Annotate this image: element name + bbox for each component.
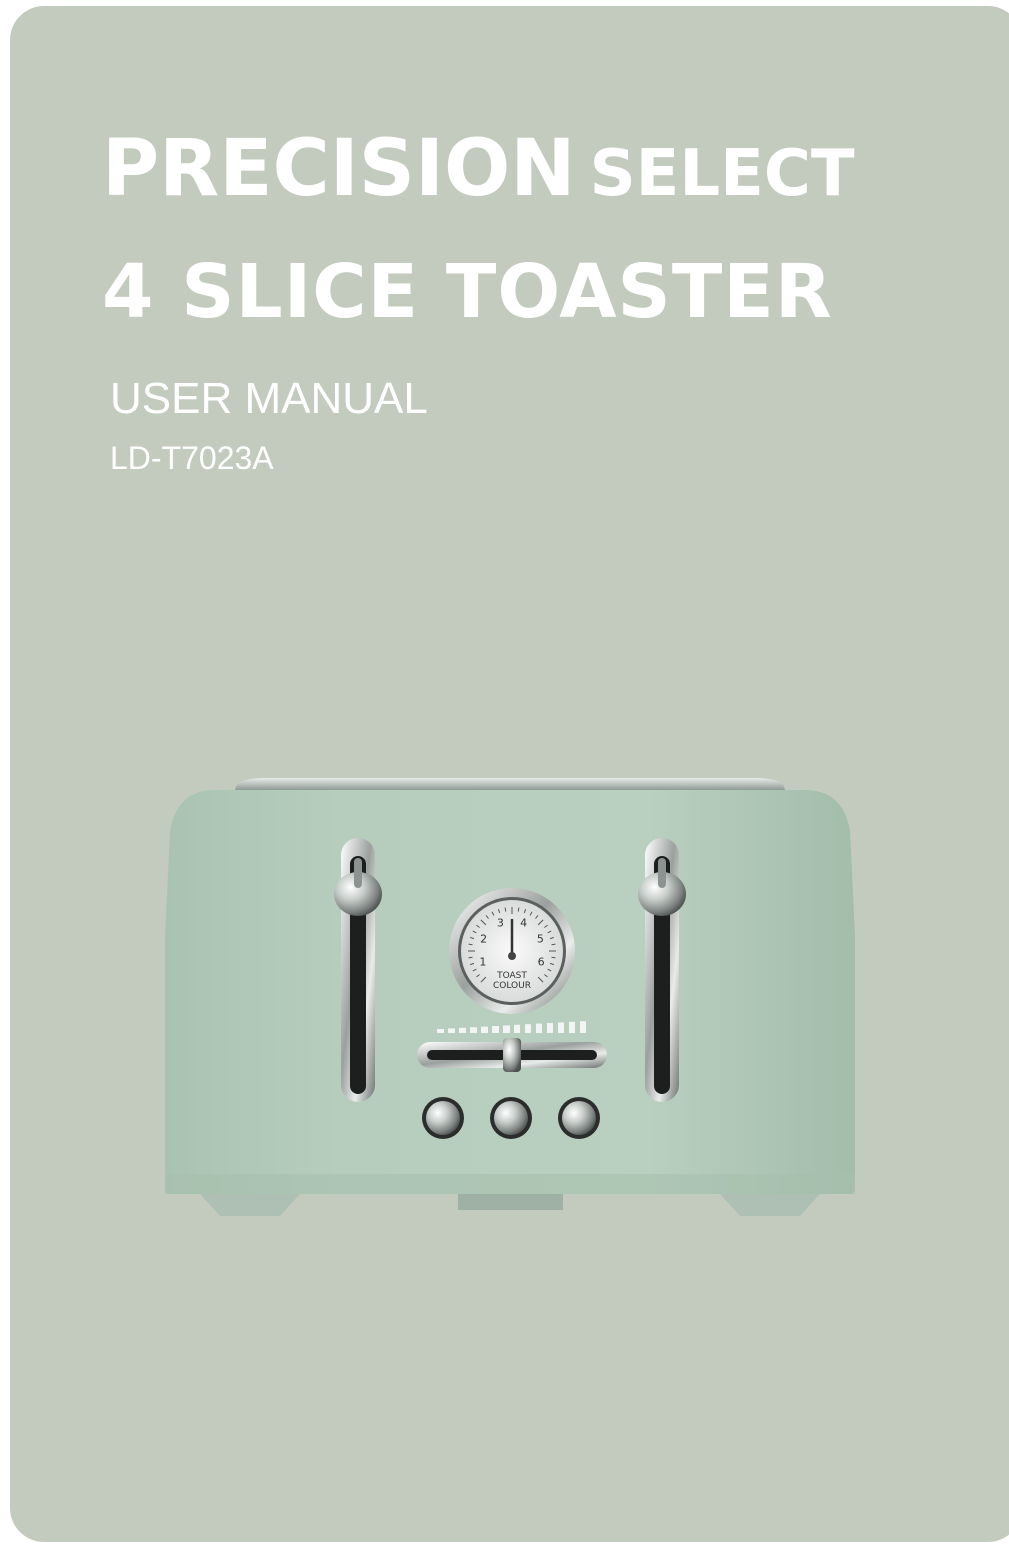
dial-tick — [504, 907, 507, 912]
toaster-foot-left — [200, 1194, 300, 1216]
browning-scale-bar — [558, 1022, 564, 1033]
toaster-foot-right — [720, 1194, 820, 1216]
browning-slider-handle[interactable] — [503, 1038, 521, 1072]
dial-number: 4 — [520, 916, 527, 929]
manual-cover: PRECISION SELECT 4 SLICE TOASTER USER MAN… — [10, 6, 1009, 1542]
dial-label-toast: TOAST — [496, 971, 527, 981]
dial-number: 1 — [479, 956, 486, 969]
reheat-button[interactable] — [490, 1097, 532, 1139]
product-title-line-1: PRECISION SELECT — [102, 124, 855, 214]
browning-scale-bar — [470, 1027, 477, 1033]
dial-number: 6 — [538, 956, 545, 969]
dial-tick — [551, 943, 556, 946]
dial-tick — [517, 907, 520, 912]
browning-scale-bar — [503, 1025, 510, 1033]
model-number: LD-T7023A — [110, 440, 274, 476]
browning-scale-bar — [459, 1027, 466, 1033]
browning-scale-bar — [525, 1024, 531, 1033]
browning-scale-bar — [547, 1023, 553, 1033]
dial-tick — [468, 956, 473, 959]
toast-colour-dial[interactable]: 1 23 45 6 TOAST COLOUR — [449, 888, 575, 1014]
document-type: USER MANUAL — [110, 374, 428, 423]
cancel-button[interactable] — [422, 1097, 464, 1139]
dial-number: 3 — [497, 916, 504, 929]
title-select: SELECT — [589, 137, 855, 211]
crumb-tray — [458, 1194, 563, 1210]
browning-scale-bar — [536, 1023, 542, 1033]
title-precision: PRECISION — [102, 124, 576, 214]
product-title-line-2: 4 SLICE TOASTER — [102, 249, 833, 335]
dial-label-colour: COLOUR — [493, 981, 531, 991]
dial-number: 2 — [480, 932, 487, 945]
browning-scale-bar — [481, 1026, 488, 1033]
browning-scale-bar — [492, 1026, 499, 1033]
browning-scale-bar — [580, 1021, 586, 1033]
dial-tick — [551, 956, 556, 959]
browning-scale-bar — [437, 1029, 444, 1033]
toaster-top-rim — [235, 778, 785, 790]
defrost-button[interactable] — [558, 1097, 600, 1139]
toaster-illustration: 1 23 45 6 TOAST COLOUR — [165, 778, 855, 1216]
dial-number: 5 — [537, 932, 544, 945]
dial-tick — [468, 943, 473, 946]
browning-scale-bar — [514, 1024, 520, 1033]
browning-scale-bar — [569, 1021, 575, 1033]
browning-scale-bar — [448, 1028, 455, 1033]
